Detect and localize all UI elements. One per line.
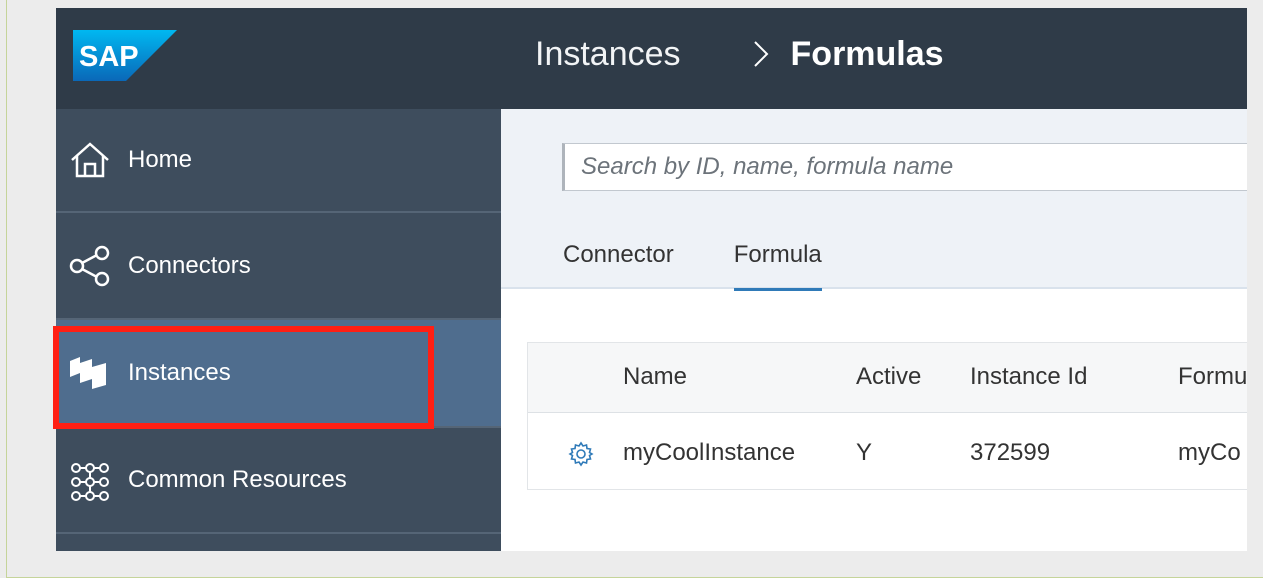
home-icon <box>71 142 109 178</box>
main-content: Connector Formula Name Active Instance I… <box>501 109 1247 551</box>
share-icon <box>69 245 110 286</box>
tab-formula[interactable]: Formula <box>733 237 822 291</box>
instances-table: Name Active Instance Id Formu myCoolInst… <box>527 342 1247 490</box>
column-header-name[interactable]: Name <box>623 363 687 391</box>
sap-logo: SAP <box>73 30 177 81</box>
sidebar-footer <box>56 534 501 551</box>
gear-icon[interactable] <box>568 441 594 467</box>
table-header: Name Active Instance Id Formu <box>528 343 1247 413</box>
column-header-formula[interactable]: Formu <box>1178 363 1247 391</box>
app-window: SAP Instances Formulas Home Connectors I… <box>56 8 1247 551</box>
filter-area: Connector Formula <box>501 109 1247 291</box>
cell-name[interactable]: myCoolInstance <box>623 439 795 467</box>
chevron-right-icon <box>753 41 768 67</box>
column-header-active[interactable]: Active <box>856 363 921 391</box>
sidebar-item-instances[interactable]: Instances <box>56 320 501 428</box>
sidebar-item-label: Instances <box>128 359 231 386</box>
resources-icon <box>71 463 109 501</box>
page-title: Formulas <box>790 34 944 73</box>
cell-instance-id: 372599 <box>970 439 1051 466</box>
column-header-instance-id[interactable]: Instance Id <box>970 363 1087 391</box>
search-input[interactable] <box>581 153 1247 181</box>
search-box[interactable] <box>562 143 1247 191</box>
sidebar-item-label: Connectors <box>128 251 251 279</box>
tab-bar: Connector Formula <box>563 237 882 291</box>
sidebar-item-connectors[interactable]: Connectors <box>56 213 501 320</box>
instances-icon <box>70 357 106 389</box>
sidebar-item-label: Common Resources <box>128 466 347 493</box>
sidebar: Home Connectors Instances Common Resourc… <box>56 109 501 551</box>
breadcrumb: Instances Formulas <box>535 34 944 74</box>
breadcrumb-instances[interactable]: Instances <box>535 35 681 74</box>
sap-logo-text: SAP <box>79 41 139 73</box>
tab-connector[interactable]: Connector <box>563 237 674 289</box>
cell-active: Y <box>856 439 873 466</box>
sidebar-item-label: Home <box>128 146 193 173</box>
cell-formula: myCo <box>1178 439 1241 466</box>
sidebar-item-common-resources[interactable]: Common Resources <box>56 428 501 534</box>
sidebar-item-home[interactable]: Home <box>56 109 501 213</box>
header-bar: SAP Instances Formulas <box>56 8 1247 109</box>
